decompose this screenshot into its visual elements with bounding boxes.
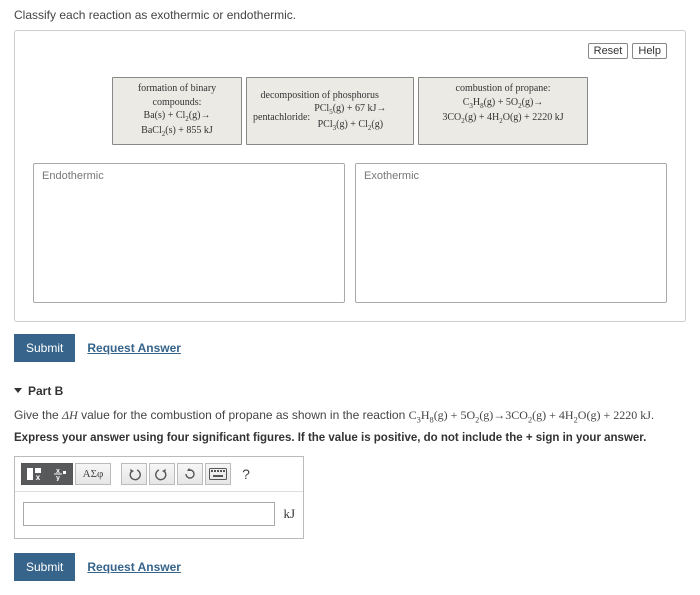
svg-text:x: x [36,473,41,481]
undo-icon[interactable] [121,463,147,485]
card-line: C3H8(g) + 5O2(g)→ [425,96,581,111]
part-b-description: Give the ΔH value for the combustion of … [14,408,686,424]
template-icon[interactable]: x [21,463,47,485]
card-line: PCl5(g) + 67 kJ→ [314,102,386,117]
card-pre: pentachloride: [253,111,310,125]
reset-button[interactable]: Reset [588,43,629,59]
reaction-cards: formation of binary compounds: Ba(s) + C… [33,77,667,145]
svg-text:y: y [56,475,60,481]
request-answer-link[interactable]: Request Answer [87,560,181,574]
card-line: 3CO2(g) + 4H2O(g) + 2220 kJ [425,111,581,126]
dropzone-endothermic[interactable]: Endothermic [33,163,345,303]
card-combustion[interactable]: combustion of propane: C3H8(g) + 5O2(g)→… [418,77,588,145]
card-decomposition[interactable]: decomposition of phosphorus pentachlorid… [246,77,414,145]
caret-icon [14,388,22,393]
question-prompt: Classify each reaction as exothermic or … [14,8,686,22]
reset-icon[interactable] [177,463,203,485]
part-b-title: Part B [28,384,63,398]
card-title: formation of binary compounds: [119,82,235,109]
classify-panel: Reset Help formation of binary compounds… [14,30,686,322]
answer-input[interactable] [23,502,275,526]
card-line: PCl3(g) + Cl2(g) [314,118,386,133]
equation-toolbar: x xy ΑΣφ ? [15,457,303,492]
instruction-text: Express your answer using four significa… [14,432,686,444]
card-line: Ba(s) + Cl2(g)→ [119,109,235,124]
part-b-header[interactable]: Part B [14,384,686,398]
unit-label: kJ [283,506,295,522]
dropzone-exothermic[interactable]: Exothermic [355,163,667,303]
help-button[interactable]: Help [632,43,667,59]
help-icon[interactable]: ? [233,463,259,485]
submit-button[interactable]: Submit [14,334,75,362]
fraction-icon[interactable]: xy [47,463,73,485]
submit-button[interactable]: Submit [14,553,75,581]
card-line: BaCl2(s) + 855 kJ [119,124,235,139]
request-answer-link[interactable]: Request Answer [87,341,181,355]
redo-icon[interactable] [149,463,175,485]
greek-button[interactable]: ΑΣφ [75,463,111,485]
keyboard-icon[interactable] [205,463,231,485]
card-title: decomposition of phosphorus [261,89,379,103]
card-formation[interactable]: formation of binary compounds: Ba(s) + C… [112,77,242,145]
answer-entry: x xy ΑΣφ ? kJ [14,456,304,539]
card-title: combustion of propane: [425,82,581,96]
